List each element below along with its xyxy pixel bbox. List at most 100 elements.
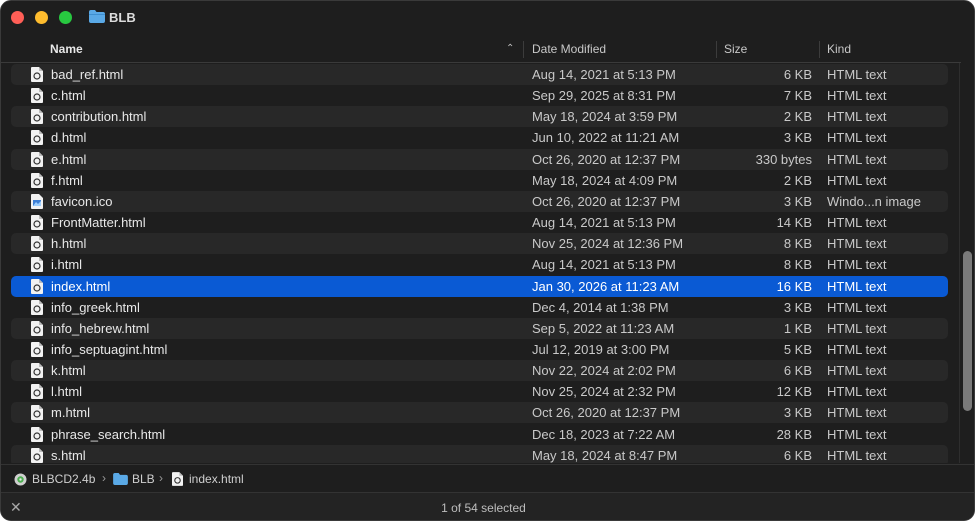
file-date-modified: Aug 14, 2021 at 5:13 PM bbox=[532, 215, 676, 230]
file-row[interactable]: f.html May 18, 2024 at 4:09 PM 2 KB HTML te… bbox=[11, 170, 948, 191]
file-row[interactable]: c.html Sep 29, 2025 at 8:31 PM 7 KB HTML te… bbox=[11, 85, 948, 106]
file-name: index.html bbox=[51, 278, 111, 294]
file-date-modified: Jul 12, 2019 at 3:00 PM bbox=[532, 341, 670, 357]
file-kind: HTML text bbox=[827, 257, 887, 273]
file-kind: HTML text bbox=[827, 320, 887, 336]
file-kind: HTML text bbox=[827, 151, 887, 167]
file-size: 3 KB bbox=[783, 130, 812, 146]
html-file-icon bbox=[31, 236, 43, 252]
zoom-window-button[interactable] bbox=[59, 11, 72, 24]
file-kind: HTML text bbox=[827, 278, 887, 294]
file-size: 16 KB bbox=[776, 278, 812, 294]
file-row[interactable]: phrase_search.html Dec 18, 2023 at 7:22 A… bbox=[11, 424, 948, 445]
file-row[interactable]: info_greek.html Dec 4, 2014 at 1:38 PM 3 K… bbox=[11, 297, 948, 318]
folder-icon bbox=[89, 10, 105, 23]
file-date-modified: Jun 10, 2022 at 11:21 AM bbox=[532, 130, 680, 146]
file-date-modified: Aug 14, 2021 at 5:13 PM bbox=[532, 257, 676, 273]
file-row[interactable]: info_hebrew.html Sep 5, 2022 at 11:23 AM 1… bbox=[11, 317, 948, 339]
path-item-file[interactable]: index.html bbox=[189, 472, 244, 486]
file-date-modified: Jan 30, 2026 at 11:23 AM bbox=[532, 278, 680, 294]
file-name: d.html bbox=[51, 130, 87, 146]
path-bar: BLBCD2.4b › BLB › index.html bbox=[1, 464, 974, 492]
file-kind: Windo...n image bbox=[827, 193, 921, 209]
image-file-icon bbox=[31, 193, 43, 209]
file-row[interactable]: favicon.ico Oct 26, 2020 at 12:37 PM 3 KB W… bbox=[11, 190, 948, 212]
file-row[interactable]: h.html Nov 25, 2024 at 12:36 PM 8 KB HTML t… bbox=[11, 233, 948, 255]
file-row[interactable]: i.html Aug 14, 2021 at 5:13 PM 8 KB HTML te… bbox=[11, 254, 948, 275]
file-size: 3 KB bbox=[783, 299, 812, 315]
file-name: c.html bbox=[51, 88, 86, 104]
window-title: BLB bbox=[109, 10, 136, 25]
file-row[interactable]: info_septuagint.html Jul 12, 2019 at 3:00… bbox=[11, 339, 948, 360]
column-header-name[interactable]: Name bbox=[50, 42, 83, 56]
file-row[interactable]: l.html Nov 25, 2024 at 2:32 PM 12 KB HTML t… bbox=[11, 381, 948, 402]
finder-window: BLB Name ⌃ Date Modified Size Kind bad_r… bbox=[0, 0, 975, 521]
file-date-modified: Oct 26, 2020 at 12:37 PM bbox=[532, 405, 681, 421]
html-file-icon bbox=[31, 88, 43, 104]
html-file-icon bbox=[31, 384, 43, 400]
html-file-icon bbox=[31, 278, 43, 294]
path-item-disk[interactable]: BLBCD2.4b bbox=[32, 472, 95, 486]
file-name: contribution.html bbox=[51, 109, 147, 125]
file-size: 8 KB bbox=[783, 257, 812, 273]
file-kind: HTML text bbox=[827, 109, 887, 125]
file-name: info_septuagint.html bbox=[51, 341, 168, 357]
column-separator[interactable] bbox=[716, 41, 717, 58]
file-name: favicon.ico bbox=[51, 193, 113, 209]
file-kind: HTML text bbox=[827, 172, 887, 188]
column-header-kind[interactable]: Kind bbox=[827, 42, 851, 56]
title-bar[interactable]: BLB bbox=[1, 1, 974, 35]
file-row[interactable]: e.html Oct 26, 2020 at 12:37 PM 330 bytes H… bbox=[11, 148, 948, 170]
html-file-icon bbox=[31, 363, 43, 379]
file-row[interactable]: m.html Oct 26, 2020 at 12:37 PM 3 KB HTML t… bbox=[11, 402, 948, 424]
file-row[interactable]: k.html Nov 22, 2024 at 2:02 PM 6 KB HTML te… bbox=[11, 360, 948, 382]
file-row[interactable]: d.html Jun 10, 2022 at 11:21 AM 3 KB HTML t… bbox=[11, 127, 948, 148]
close-window-button[interactable] bbox=[11, 11, 24, 24]
file-name: FrontMatter.html bbox=[51, 215, 146, 230]
file-date-modified: Oct 26, 2020 at 12:37 PM bbox=[532, 151, 681, 167]
file-row[interactable]: s.html May 18, 2024 at 8:47 PM 6 KB HTML te… bbox=[11, 444, 948, 463]
file-size: 28 KB bbox=[776, 426, 812, 442]
column-separator[interactable] bbox=[819, 41, 820, 58]
html-file-icon bbox=[31, 151, 43, 167]
html-file-icon bbox=[31, 130, 43, 146]
html-file-icon bbox=[31, 447, 43, 463]
file-name: h.html bbox=[51, 236, 87, 252]
file-list[interactable]: bad_ref.html Aug 14, 2021 at 5:13 PM 6 KB H… bbox=[1, 64, 961, 463]
file-row-selected[interactable]: index.html Jan 30, 2026 at 11:23 AM 16 KB H… bbox=[11, 275, 948, 297]
file-date-modified: Dec 4, 2014 at 1:38 PM bbox=[532, 299, 669, 315]
file-size: 330 bytes bbox=[755, 151, 812, 167]
file-size: 2 KB bbox=[783, 172, 812, 188]
file-row[interactable]: contribution.html May 18, 2024 at 3:59 PM… bbox=[11, 106, 948, 128]
file-row[interactable]: bad_ref.html Aug 14, 2021 at 5:13 PM 6 KB H… bbox=[11, 64, 948, 85]
file-kind: HTML text bbox=[827, 299, 887, 315]
file-kind: HTML text bbox=[827, 363, 887, 379]
column-header-date-modified[interactable]: Date Modified bbox=[532, 42, 606, 56]
file-kind: HTML text bbox=[827, 88, 887, 104]
path-item-folder[interactable]: BLB bbox=[132, 472, 155, 486]
file-name: info_greek.html bbox=[51, 299, 140, 315]
html-file-icon bbox=[31, 426, 43, 442]
file-size: 3 KB bbox=[783, 405, 812, 421]
html-file-icon bbox=[31, 109, 43, 125]
file-row[interactable]: FrontMatter.html Aug 14, 2021 at 5:13 PM 1… bbox=[11, 212, 948, 233]
file-name: info_hebrew.html bbox=[51, 320, 150, 336]
minimize-window-button[interactable] bbox=[35, 11, 48, 24]
html-file-icon bbox=[31, 257, 43, 273]
folder-icon bbox=[113, 473, 128, 485]
status-bar: ✕ 1 of 54 selected bbox=[1, 492, 974, 520]
html-file-icon bbox=[31, 215, 43, 230]
file-size: 8 KB bbox=[783, 236, 812, 252]
file-name: l.html bbox=[51, 384, 83, 400]
html-file-icon bbox=[31, 405, 43, 421]
scrollbar-thumb[interactable] bbox=[963, 251, 972, 411]
file-size: 12 KB bbox=[776, 384, 812, 400]
file-kind: HTML text bbox=[827, 426, 887, 442]
file-name: s.html bbox=[51, 447, 86, 463]
html-file-icon bbox=[31, 67, 43, 82]
file-kind: HTML text bbox=[827, 447, 887, 463]
file-kind: HTML text bbox=[827, 405, 887, 421]
column-separator[interactable] bbox=[523, 41, 524, 58]
file-size: 6 KB bbox=[783, 447, 812, 463]
column-header-size[interactable]: Size bbox=[724, 42, 747, 56]
